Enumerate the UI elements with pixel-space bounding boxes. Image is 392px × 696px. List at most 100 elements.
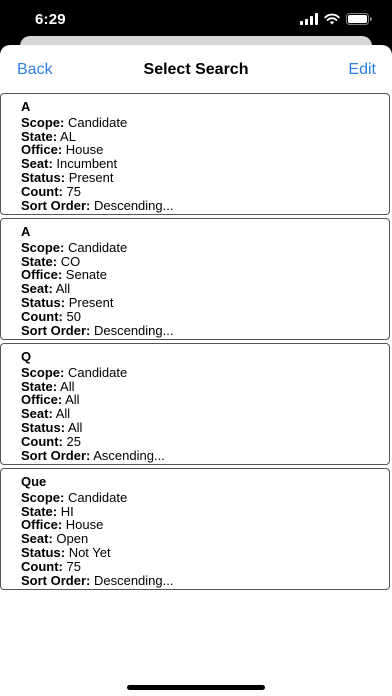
state-row: State: CO (21, 253, 389, 269)
count-value: 75 (66, 183, 81, 199)
status-value: Present (68, 294, 114, 310)
office-value: House (65, 142, 104, 158)
saved-search-card[interactable]: Q Scope: Candidate State: All Office: Al… (0, 343, 390, 465)
signal-icon (300, 13, 318, 25)
state-row: State: AL (21, 128, 389, 144)
state-value: All (60, 378, 75, 394)
search-name: A (21, 224, 31, 239)
scope-row: Scope: Candidate (21, 364, 389, 380)
office-label: Office: (21, 267, 63, 283)
search-name: Que (21, 474, 47, 489)
count-value: 25 (66, 433, 81, 449)
count-label: Count: (21, 558, 63, 574)
status-row: Status: Present (21, 171, 389, 185)
count-value: 50 (66, 308, 81, 324)
office-row: Office: Senate (21, 268, 389, 282)
status-label: Status: (21, 294, 66, 310)
office-row: Office: House (21, 518, 389, 532)
seat-row: Seat: Incumbent (21, 157, 389, 171)
seat-label: Seat: (21, 531, 53, 547)
count-row: Count: 25 (21, 433, 389, 449)
sort-order-row: Sort Order: Ascending... (21, 447, 389, 463)
scope-label: Scope: (21, 239, 65, 255)
saved-search-card[interactable]: A Scope: Candidate State: CO Office: Sen… (0, 218, 390, 340)
office-row: Office: All (21, 393, 389, 407)
office-label: Office: (21, 517, 63, 533)
status-row: Status: Not Yet (21, 546, 389, 560)
count-label: Count: (21, 308, 63, 324)
state-value: AL (60, 128, 76, 144)
sort-order-label: Sort Order: (21, 197, 91, 213)
sort-order-label: Sort Order: (21, 572, 91, 588)
scope-value: Candidate (67, 114, 128, 130)
status-label: Status: (21, 169, 66, 185)
status-time: 6:29 (35, 11, 66, 28)
status-row: Status: Present (21, 296, 389, 310)
scope-row: Scope: Candidate (21, 489, 389, 505)
state-label: State: (21, 378, 58, 394)
seat-value: All (55, 281, 71, 297)
status-label: Status: (21, 544, 66, 560)
office-label: Office: (21, 392, 63, 408)
state-value: HI (60, 503, 74, 519)
office-row: Office: House (21, 143, 389, 157)
status-value: Present (68, 169, 114, 185)
state-label: State: (21, 253, 58, 269)
wifi-icon (324, 13, 340, 25)
select-search-sheet: Back Select Search Edit A Scope: Candida… (0, 45, 392, 696)
seat-value: All (55, 406, 71, 422)
navigation-bar: Back Select Search Edit (0, 45, 392, 93)
scope-label: Scope: (21, 114, 65, 130)
battery-icon (346, 13, 372, 25)
scope-value: Candidate (67, 239, 128, 255)
sort-order-value: Ascending... (93, 447, 165, 463)
search-name: Q (21, 349, 32, 364)
office-value: House (65, 517, 104, 533)
status-label: Status: (21, 419, 66, 435)
scope-value: Candidate (67, 364, 128, 380)
sort-order-row: Sort Order: Descending... (21, 572, 389, 588)
page-title: Select Search (143, 61, 249, 78)
office-label: Office: (21, 142, 63, 158)
status-row: Status: All (21, 421, 389, 435)
seat-label: Seat: (21, 406, 53, 422)
home-indicator[interactable] (127, 685, 265, 690)
saved-search-card[interactable]: Que Scope: Candidate State: HI Office: H… (0, 468, 390, 590)
seat-row: Seat: All (21, 407, 389, 421)
count-value: 75 (66, 558, 81, 574)
sort-order-row: Sort Order: Descending... (21, 197, 389, 213)
status-value: Not Yet (68, 544, 111, 560)
state-row: State: All (21, 378, 389, 394)
scope-value: Candidate (67, 489, 128, 505)
scope-label: Scope: (21, 364, 65, 380)
office-value: All (65, 392, 80, 408)
status-value: All (67, 419, 83, 435)
seat-row: Seat: All (21, 282, 389, 296)
saved-search-list: A Scope: Candidate State: AL Office: Hou… (0, 93, 392, 593)
count-row: Count: 75 (21, 558, 389, 574)
seat-label: Seat: (21, 281, 53, 297)
state-label: State: (21, 128, 58, 144)
state-row: State: HI (21, 503, 389, 519)
status-bar: 6:29 (0, 0, 392, 40)
sort-order-value: Descending... (93, 572, 174, 588)
seat-value: Open (56, 531, 89, 547)
sort-order-value: Descending... (93, 197, 174, 213)
search-name: A (21, 99, 31, 114)
scope-row: Scope: Candidate (21, 239, 389, 255)
count-label: Count: (21, 433, 63, 449)
seat-label: Seat: (21, 156, 53, 172)
office-value: Senate (65, 267, 107, 283)
sort-order-row: Sort Order: Descending... (21, 322, 389, 338)
count-label: Count: (21, 183, 63, 199)
sort-order-label: Sort Order: (21, 447, 91, 463)
seat-value: Incumbent (56, 156, 118, 172)
sort-order-value: Descending... (93, 322, 174, 338)
sort-order-label: Sort Order: (21, 322, 91, 338)
edit-button[interactable]: Edit (348, 61, 376, 79)
scope-label: Scope: (21, 489, 65, 505)
count-row: Count: 75 (21, 183, 389, 199)
count-row: Count: 50 (21, 308, 389, 324)
saved-search-card[interactable]: A Scope: Candidate State: AL Office: Hou… (0, 93, 390, 215)
scope-row: Scope: Candidate (21, 114, 389, 130)
